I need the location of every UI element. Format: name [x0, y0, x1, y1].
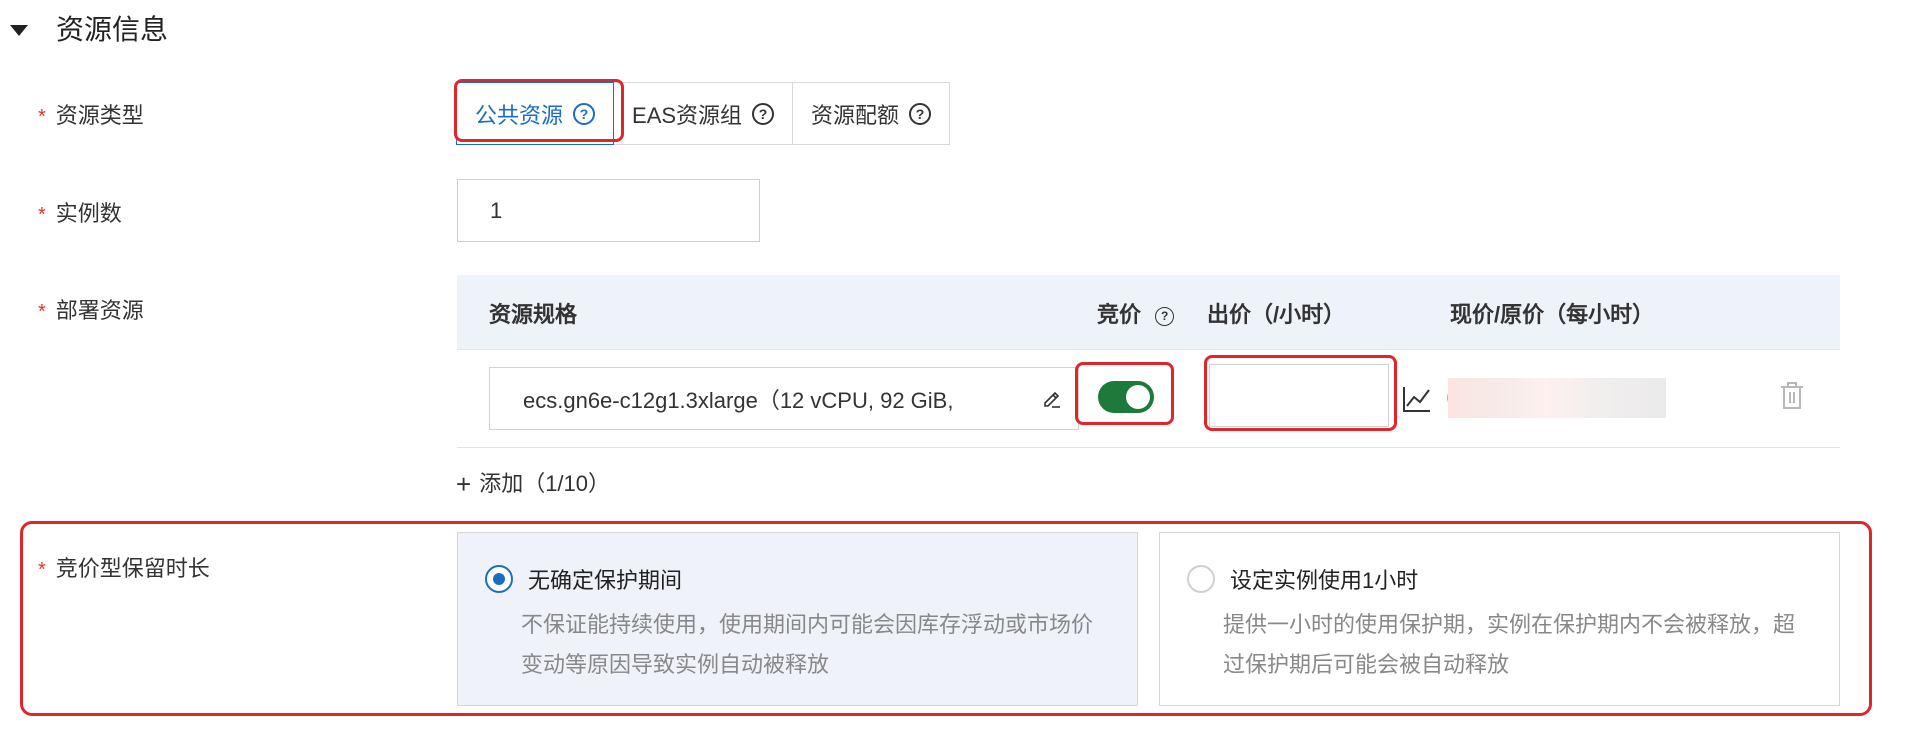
- resource-table-header: 资源规格 竞价 ? 出价（/小时） 现价/原价（每小时）: [457, 275, 1840, 349]
- header-spec: 资源规格: [489, 302, 578, 327]
- resource-type-tabs: 公共资源 ? EAS资源组 ? 资源配额 ?: [456, 82, 951, 145]
- divider: [457, 447, 1840, 448]
- instance-count-input[interactable]: [457, 179, 760, 242]
- add-resource-button[interactable]: + 添加（1/10）: [456, 466, 610, 500]
- radio-unselected[interactable]: [1187, 565, 1215, 593]
- option-title: 设定实例使用1小时: [1230, 568, 1419, 593]
- collapse-caret-icon[interactable]: [10, 25, 28, 36]
- required-mark: *: [38, 106, 46, 128]
- header-current-price: 现价/原价（每小时）: [1450, 302, 1655, 327]
- resource-spec-select[interactable]: ecs.gn6e-c12g1.3xlarge（12 vCPU, 92 GiB,: [489, 367, 1079, 430]
- radio-selected[interactable]: [485, 565, 513, 593]
- resource-type-label: * 资源类型: [38, 103, 144, 128]
- bid-price-input[interactable]: [1209, 364, 1389, 427]
- tab-resource-quota[interactable]: 资源配额 ?: [793, 83, 949, 144]
- option-title: 无确定保护期间: [528, 568, 683, 593]
- delete-trash-icon[interactable]: [1780, 382, 1804, 410]
- section-title: 资源信息: [56, 14, 169, 45]
- bidding-toggle[interactable]: [1098, 381, 1154, 413]
- edit-icon[interactable]: [1042, 388, 1062, 408]
- tab-public-resource[interactable]: 公共资源 ?: [456, 82, 615, 145]
- option-description: 不保证能持续使用，使用期间内可能会因库存浮动或市场价变动等原因导致实例自动被释放: [521, 612, 1094, 677]
- divider: [457, 349, 1840, 350]
- help-icon[interactable]: ?: [1155, 306, 1175, 326]
- plus-icon: +: [456, 469, 472, 499]
- current-price-value-redacted: [1448, 378, 1666, 418]
- header-bid-price: 出价（/小时）: [1207, 302, 1346, 327]
- help-icon[interactable]: ?: [573, 102, 596, 125]
- help-icon[interactable]: ?: [909, 102, 932, 125]
- toggle-knob: [1126, 385, 1150, 409]
- retention-option-no-protection[interactable]: 无确定保护期间 不保证能持续使用，使用期间内可能会因库存浮动或市场价变动等原因导…: [457, 532, 1138, 706]
- instance-count-label: * 实例数: [38, 201, 122, 226]
- spot-retention-label: * 竞价型保留时长: [38, 556, 210, 581]
- price-trend-chart-icon[interactable]: [1402, 385, 1432, 413]
- deploy-resource-label: * 部署资源: [38, 298, 144, 323]
- help-icon[interactable]: ?: [752, 102, 775, 125]
- tab-eas-resource-group[interactable]: EAS资源组 ?: [614, 83, 794, 144]
- option-description: 提供一小时的使用保护期，实例在保护期内不会被释放，超过保护期后可能会被自动释放: [1223, 612, 1796, 677]
- header-bidding: 竞价 ?: [1097, 297, 1175, 329]
- resource-spec-value: ecs.gn6e-c12g1.3xlarge（12 vCPU, 92 GiB,: [523, 387, 954, 413]
- retention-option-one-hour[interactable]: 设定实例使用1小时 提供一小时的使用保护期，实例在保护期内不会被释放，超过保护期…: [1159, 532, 1840, 706]
